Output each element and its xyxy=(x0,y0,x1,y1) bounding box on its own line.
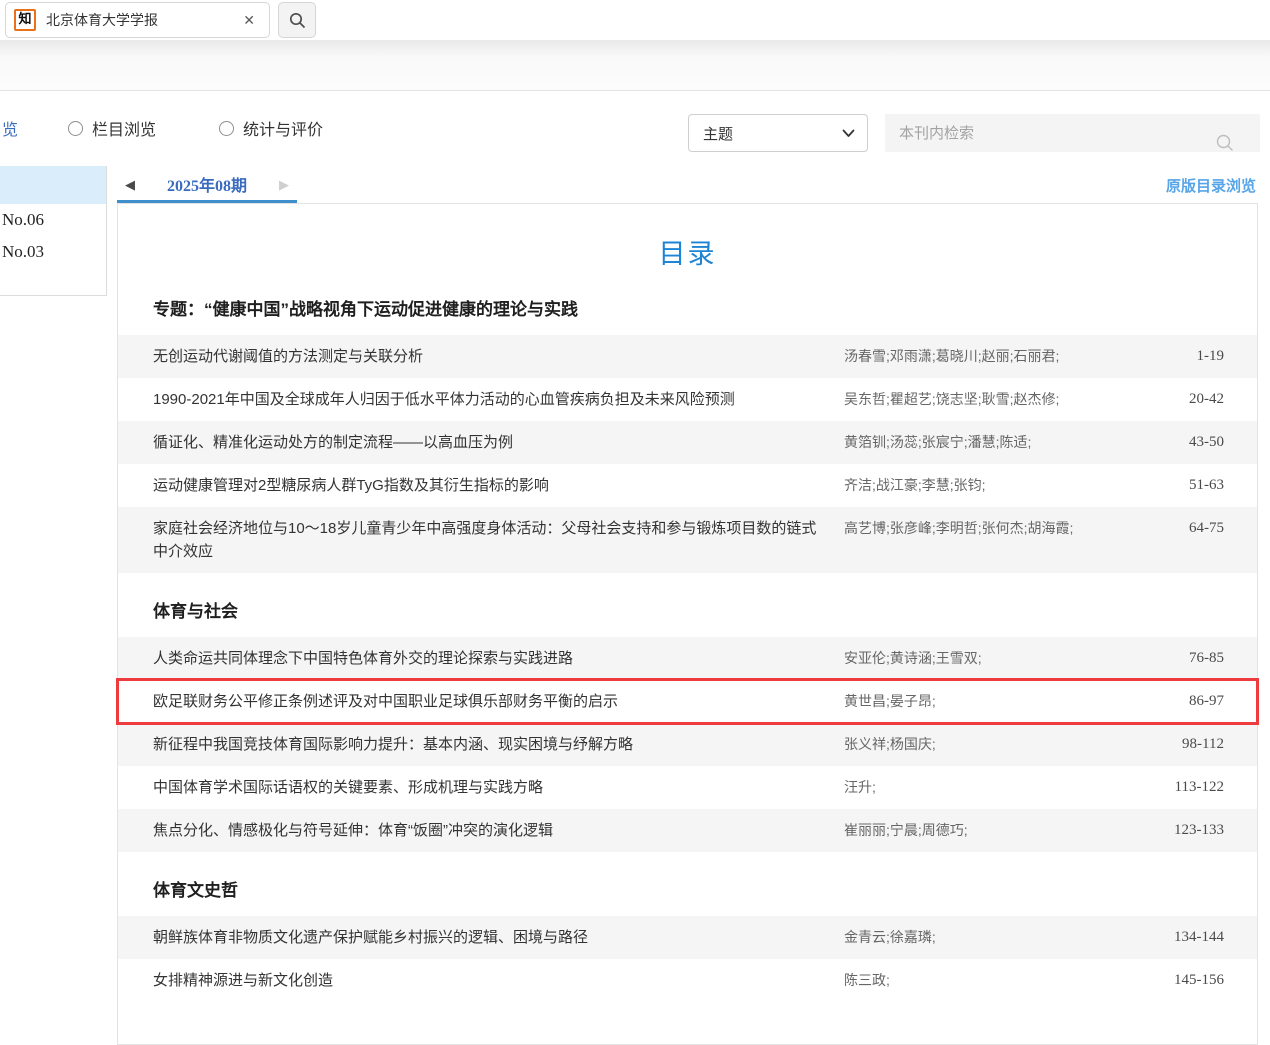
article-title[interactable]: 朝鲜族体育非物质文化遗产保护赋能乡村振兴的逻辑、困境与路径 xyxy=(118,926,844,949)
article-title[interactable]: 1990-2021年中国及全球成年人归因于低水平体力活动的心血管疾病负担及未来风… xyxy=(118,388,844,411)
radio-icon[interactable] xyxy=(219,121,234,136)
issue-sidebar: No.06No.03 xyxy=(0,166,107,296)
article-pages: 1-19 xyxy=(1129,345,1257,368)
article-pages: 64-75 xyxy=(1129,517,1257,540)
in-journal-search xyxy=(885,114,1260,152)
article-title[interactable]: 无创运动代谢阈值的方法测定与关联分析 xyxy=(118,345,844,368)
article-title[interactable]: 中国体育学术国际话语权的关键要素、形成机理与实践方略 xyxy=(118,776,844,799)
issue-tabbar: ◀ 2025年08期 ▶ 原版目录浏览 xyxy=(117,168,1258,203)
article-authors: 陈三政; xyxy=(844,969,1129,992)
article-title[interactable]: 运动健康管理对2型糖尿病人群TyG指数及其衍生指标的影响 xyxy=(118,474,844,497)
article-pages: 43-50 xyxy=(1129,431,1257,454)
original-toc-link[interactable]: 原版目录浏览 xyxy=(1166,175,1256,196)
article-authors: 张义祥;杨国庆; xyxy=(844,733,1129,756)
section-header: 体育文史哲 xyxy=(153,876,1224,901)
article-authors: 齐洁;战江豪;李慧;张钧; xyxy=(844,474,1129,497)
article-pages: 113-122 xyxy=(1129,776,1257,799)
nav-option-1[interactable]: 栏目浏览 xyxy=(68,116,156,140)
radio-icon[interactable] xyxy=(68,121,83,136)
article-title[interactable]: 循证化、精准化运动处方的制定流程——以高血压为例 xyxy=(118,431,844,454)
in-journal-search-input[interactable] xyxy=(885,114,1260,152)
article-title[interactable]: 新征程中我国竞技体育国际影响力提升：基本内涵、现实困境与纾解方略 xyxy=(118,733,844,756)
clear-icon[interactable]: ✕ xyxy=(243,12,255,29)
tab-current-issue[interactable]: 2025年08期 xyxy=(167,172,247,196)
section-rows: 人类命运共同体理念下中国特色体育外交的理论探索与实践进路安亚伦;黄诗涵;王雪双;… xyxy=(118,637,1257,852)
article-row[interactable]: 运动健康管理对2型糖尿病人群TyG指数及其衍生指标的影响齐洁;战江豪;李慧;张钧… xyxy=(118,464,1257,507)
article-authors: 崔丽丽;宁晨;周德巧; xyxy=(844,819,1129,842)
article-pages: 98-112 xyxy=(1129,733,1257,756)
section-rows: 无创运动代谢阈值的方法测定与关联分析汤春雪;邓雨潇;葛晓川;赵丽;石丽君;1-1… xyxy=(118,335,1257,573)
article-row[interactable]: 中国体育学术国际话语权的关键要素、形成机理与实践方略汪升;113-122 xyxy=(118,766,1257,809)
article-authors: 吴东哲;瞿超艺;饶志坚;耿雪;赵杰修; xyxy=(844,388,1129,411)
article-row[interactable]: 朝鲜族体育非物质文化遗产保护赋能乡村振兴的逻辑、困境与路径金青云;徐嘉璘;134… xyxy=(118,916,1257,959)
article-row[interactable]: 循证化、精准化运动处方的制定流程——以高血压为例黄箔钏;汤蕊;张宸宁;潘慧;陈适… xyxy=(118,421,1257,464)
article-authors: 安亚伦;黄诗涵;王雪双; xyxy=(844,647,1129,670)
article-title[interactable]: 人类命运共同体理念下中国特色体育外交的理论探索与实践进路 xyxy=(118,647,844,670)
filter-row: 览 栏目浏览 统计与评价 主题 xyxy=(0,92,1270,166)
article-row[interactable]: 1990-2021年中国及全球成年人归因于低水平体力活动的心血管疾病负担及未来风… xyxy=(118,378,1257,421)
article-pages: 86-97 xyxy=(1129,690,1257,713)
browse-mode-options: 栏目浏览 统计与评价 xyxy=(68,116,323,140)
article-pages: 51-63 xyxy=(1129,474,1257,497)
article-pages: 123-133 xyxy=(1129,819,1257,842)
next-issue-icon[interactable]: ▶ xyxy=(279,178,289,191)
article-title[interactable]: 家庭社会经济地位与10～18岁儿童青少年中高强度身体活动：父母社会支持和参与锻炼… xyxy=(118,517,844,563)
article-authors: 高艺博;张彦峰;李明哲;张何杰;胡海霞; xyxy=(844,517,1129,540)
search-icon xyxy=(289,12,306,29)
journal-search-box[interactable]: 知 北京体育大学学报 ✕ xyxy=(5,2,270,38)
article-authors: 黄箔钏;汤蕊;张宸宁;潘慧;陈适; xyxy=(844,431,1129,454)
article-title[interactable]: 焦点分化、情感极化与符号延伸：体育“饭圈”冲突的演化逻辑 xyxy=(118,819,844,842)
article-row[interactable]: 欧足联财务公平修正条例述评及对中国职业足球俱乐部财务平衡的启示黄世昌;晏子昂;8… xyxy=(118,680,1257,723)
article-row[interactable]: 无创运动代谢阈值的方法测定与关联分析汤春雪;邓雨潇;葛晓川;赵丽;石丽君;1-1… xyxy=(118,335,1257,378)
article-authors: 黄世昌;晏子昂; xyxy=(844,690,1129,713)
nav-option-label: 栏目浏览 xyxy=(92,116,156,140)
sidebar-item[interactable]: No.03 xyxy=(0,236,106,268)
section-header: 专题：“健康中国”战略视角下运动促进健康的理论与实践 xyxy=(153,295,1224,320)
article-authors: 汪升; xyxy=(844,776,1129,799)
article-row[interactable]: 家庭社会经济地位与10～18岁儿童青少年中高强度身体活动：父母社会支持和参与锻炼… xyxy=(118,507,1257,573)
article-pages: 76-85 xyxy=(1129,647,1257,670)
section-rows: 朝鲜族体育非物质文化遗产保护赋能乡村振兴的逻辑、困境与路径金青云;徐嘉璘;134… xyxy=(118,916,1257,1002)
top-bar: 知 北京体育大学学报 ✕ xyxy=(0,0,1270,40)
article-authors: 汤春雪;邓雨潇;葛晓川;赵丽;石丽君; xyxy=(844,345,1129,368)
article-authors: 金青云;徐嘉璘; xyxy=(844,926,1129,949)
field-select-value: 主题 xyxy=(689,123,842,144)
prev-issue-icon[interactable]: ◀ xyxy=(125,178,135,191)
nav-item-issue-browse[interactable]: 览 xyxy=(2,116,18,140)
article-pages: 20-42 xyxy=(1129,388,1257,411)
toc-panel: 目录 专题：“健康中国”战略视角下运动促进健康的理论与实践无创运动代谢阈值的方法… xyxy=(117,203,1258,1045)
header-band xyxy=(0,40,1270,91)
journal-search-value[interactable]: 北京体育大学学报 xyxy=(46,10,243,30)
article-row[interactable]: 焦点分化、情感极化与符号延伸：体育“饭圈”冲突的演化逻辑崔丽丽;宁晨;周德巧;1… xyxy=(118,809,1257,852)
article-row[interactable]: 人类命运共同体理念下中国特色体育外交的理论探索与实践进路安亚伦;黄诗涵;王雪双;… xyxy=(118,637,1257,680)
article-pages: 145-156 xyxy=(1129,969,1257,992)
article-pages: 134-144 xyxy=(1129,926,1257,949)
article-row[interactable]: 新征程中我国竞技体育国际影响力提升：基本内涵、现实困境与纾解方略张义祥;杨国庆;… xyxy=(118,723,1257,766)
sidebar-item[interactable]: No.06 xyxy=(0,204,106,236)
article-title[interactable]: 女排精神源进与新文化创造 xyxy=(118,969,844,992)
article-row[interactable]: 女排精神源进与新文化创造陈三政;145-156 xyxy=(118,959,1257,1002)
field-select[interactable]: 主题 xyxy=(688,114,868,152)
search-button[interactable] xyxy=(278,2,316,38)
issue-tab-group: ◀ 2025年08期 ▶ xyxy=(117,168,297,203)
nav-option-label: 统计与评价 xyxy=(243,116,323,140)
chevron-down-icon xyxy=(842,129,867,138)
section-header: 体育与社会 xyxy=(153,597,1224,622)
cnki-logo-icon: 知 xyxy=(14,9,36,31)
sidebar-item[interactable] xyxy=(0,166,106,204)
nav-option-2[interactable]: 统计与评价 xyxy=(219,116,323,140)
article-title[interactable]: 欧足联财务公平修正条例述评及对中国职业足球俱乐部财务平衡的启示 xyxy=(118,690,844,713)
toc-title: 目录 xyxy=(118,232,1257,271)
